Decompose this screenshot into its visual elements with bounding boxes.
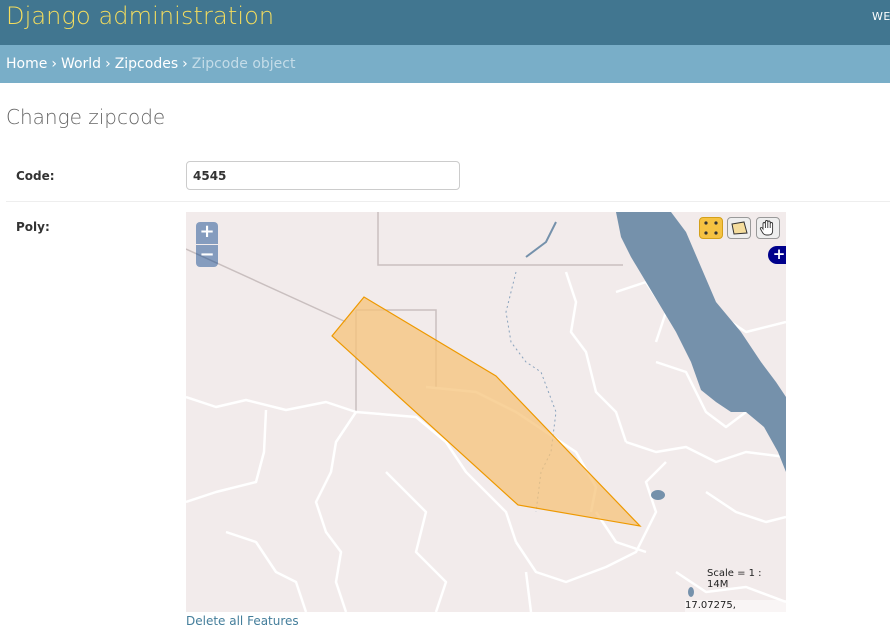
user-tools[interactable]: WELCOME, ADMIN. VIEW SITE / CHANGE PASSW… [872, 10, 890, 23]
zoom-in-button[interactable]: + [196, 222, 218, 244]
map-widget[interactable]: + − + Scale = 1 : 14M 17.07275, 24.34570 [186, 212, 786, 612]
breadcrumb-separator: › [51, 56, 57, 72]
site-branding[interactable]: Django administration [6, 2, 274, 30]
modify-feature-button[interactable] [699, 217, 723, 239]
zoom-out-button[interactable]: − [196, 245, 218, 267]
map-scale: Scale = 1 : 14M [707, 568, 762, 590]
breadcrumb-current: Zipcode object [191, 56, 296, 72]
layer-switcher-button[interactable]: + [768, 246, 786, 264]
breadcrumb: Home › World › Zipcodes › Zipcode object [0, 45, 890, 83]
poly-label: Poly: [16, 220, 50, 234]
breadcrumb-world[interactable]: World [61, 56, 101, 72]
delete-all-features-link[interactable]: Delete all Features [186, 614, 299, 628]
pan-button[interactable] [756, 217, 780, 239]
code-input[interactable] [186, 161, 460, 190]
form-row-code: Code: [6, 151, 890, 202]
modify-vertices-icon [704, 221, 718, 235]
page-title: Change zipcode [6, 105, 166, 129]
breadcrumb-home[interactable]: Home [6, 56, 47, 72]
breadcrumb-separator: › [105, 56, 111, 72]
code-label: Code: [16, 169, 55, 183]
header: Django administration WELCOME, ADMIN. VI… [0, 0, 890, 45]
polygon-icon [731, 221, 748, 235]
form-row-poly: Poly: + − + Scale = 1: 14M 17.07275, De… [6, 202, 890, 635]
draw-polygon-button[interactable] [727, 217, 751, 239]
breadcrumb-separator: › [182, 56, 188, 72]
map-base-layer [186, 212, 786, 612]
breadcrumb-zipcodes[interactable]: Zipcodes [115, 56, 178, 72]
mouse-position: 17.07275, 24.34570 [685, 600, 786, 612]
hand-icon [759, 220, 774, 236]
